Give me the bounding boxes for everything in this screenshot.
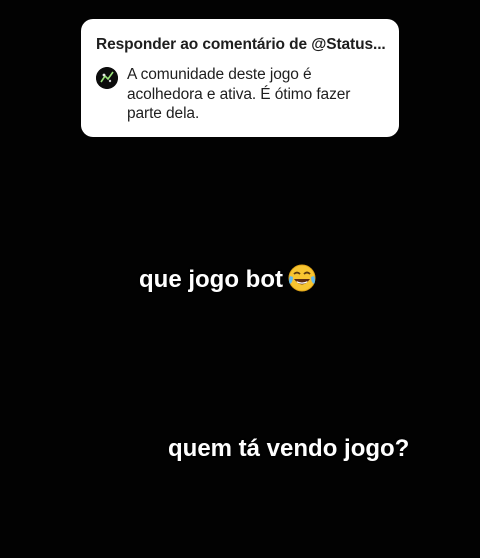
tears-of-joy-emoji-icon — [287, 263, 317, 293]
user-avatar-icon — [96, 67, 118, 89]
caption-second: quem tá vendo jogo? — [168, 435, 410, 462]
video-screen: Responder ao comentário de @Status... A … — [0, 0, 480, 558]
reply-comment: A comunidade deste jogo é acolhedora e a… — [96, 65, 385, 124]
reply-comment-text: A comunidade deste jogo é acolhedora e a… — [127, 66, 351, 122]
caption-first: que jogo bot — [139, 263, 317, 295]
caption-first-text: que jogo bot — [139, 266, 283, 293]
reply-comment-card[interactable]: Responder ao comentário de @Status... A … — [81, 19, 399, 137]
reply-header: Responder ao comentário de @Status... — [96, 36, 386, 53]
